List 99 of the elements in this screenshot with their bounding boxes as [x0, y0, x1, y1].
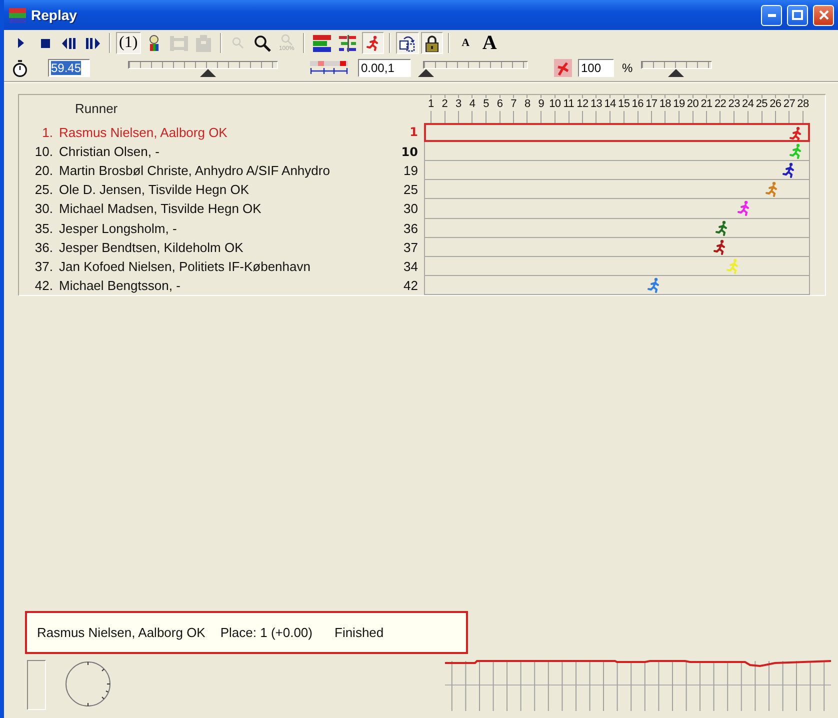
- position-cell-text: 36: [402, 220, 419, 236]
- speed-runner-icon: [554, 59, 572, 77]
- bar-stack-icon: [312, 34, 331, 52]
- zoom-icon: [232, 37, 244, 49]
- runner-name[interactable]: Jesper Longsholm, -: [53, 220, 384, 236]
- runner-button[interactable]: [362, 32, 384, 54]
- runner-name[interactable]: Jesper Bendtsen, Kildeholm OK: [53, 240, 384, 255]
- stop-icon: [40, 38, 50, 48]
- puzzle-icon: [196, 34, 212, 52]
- window-refresh-icon: [398, 34, 416, 52]
- slider-thumb[interactable]: [418, 69, 434, 77]
- control-label: 18: [659, 98, 671, 111]
- interval-icon: [310, 61, 348, 75]
- control-label: 5: [483, 98, 489, 111]
- maximize-icon: [792, 10, 803, 20]
- value-field[interactable]: 100: [578, 59, 614, 77]
- window-title: Replay: [31, 7, 78, 23]
- control-label: 3: [456, 98, 462, 111]
- control-label: 10: [549, 98, 561, 111]
- medal-icon: [148, 34, 160, 52]
- control-label: 16: [632, 98, 644, 111]
- rank-cell-text: 30.: [34, 201, 53, 216]
- font-larger-button[interactable]: A: [478, 32, 501, 54]
- control-label: 11: [563, 98, 574, 111]
- control-label: 24: [742, 98, 754, 111]
- close-button[interactable]: [813, 4, 834, 26]
- runner-name[interactable]: Michael Madsen, Tisvilde Hegn OK: [53, 201, 384, 216]
- maximize-button[interactable]: [787, 4, 808, 26]
- runner-status: Rasmus Nielsen, Aalborg OK: [37, 625, 206, 640]
- control-label: 21: [700, 98, 712, 111]
- control-label: 14: [604, 98, 616, 111]
- place-status: Place: 1 (+0.00): [220, 625, 312, 640]
- control-label: 17: [646, 98, 658, 111]
- rank-cell-text: 36.: [34, 240, 53, 255]
- control-label: 19: [673, 98, 685, 111]
- control-label: 7: [510, 98, 516, 111]
- close-icon: [818, 10, 828, 20]
- rank-cell-text: 20.: [34, 163, 53, 178]
- runner-name[interactable]: Rasmus Nielsen, Aalborg OK: [53, 124, 384, 140]
- rank-cell-text: 35.: [34, 220, 53, 236]
- control-label: 2: [442, 98, 448, 111]
- control-label: 4: [469, 98, 476, 111]
- empty-panel: [27, 660, 46, 710]
- position-cell-text: 19: [402, 163, 419, 178]
- runner-icon: [366, 35, 380, 51]
- play-icon: [17, 38, 25, 48]
- control-label: 9: [538, 98, 544, 111]
- split-bars-icon: [338, 34, 357, 52]
- position-cell-text: 34: [402, 258, 419, 274]
- player-one-button[interactable]: (1): [116, 32, 141, 54]
- rank-cell-text: 42.: [34, 278, 53, 293]
- runner-name[interactable]: Jan Kofoed Nielsen, Politiets IF-København: [53, 258, 384, 274]
- column-header: Runner: [74, 101, 118, 116]
- control-label: 23: [728, 98, 740, 111]
- control-label: 22: [714, 98, 726, 111]
- rank-cell-text: 37.: [34, 258, 53, 274]
- step-back-icon: [62, 38, 76, 48]
- position-cell-text: 37: [402, 240, 419, 255]
- window-refresh-button[interactable]: [396, 32, 419, 54]
- control-label: 8: [524, 98, 530, 111]
- stopwatch-icon: [12, 60, 28, 76]
- unit-label: %: [622, 61, 633, 75]
- position-cell-text: 1: [408, 125, 419, 140]
- minimize-button[interactable]: [761, 4, 782, 26]
- control-label: 20: [686, 98, 699, 111]
- finish-status: Finished: [334, 625, 384, 640]
- lock-icon: [424, 34, 439, 52]
- position-cell-text: 42: [402, 278, 419, 293]
- control-label: 12: [576, 98, 588, 111]
- film-frame-icon: [170, 36, 188, 50]
- slider-track: [640, 61, 712, 69]
- rank-cell-text: 25.: [34, 182, 53, 198]
- control-label: 25: [756, 98, 768, 111]
- control-label: 1: [428, 98, 434, 111]
- value-field[interactable]: 59.45: [48, 59, 90, 77]
- app-icon: [9, 8, 26, 22]
- runner-name[interactable]: Michael Bengtsson, -: [53, 278, 384, 293]
- zoom-icon: [280, 34, 293, 46]
- minimize-icon: [768, 14, 776, 16]
- runner-name[interactable]: Ole D. Jensen, Tisvilde Hegn OK: [53, 182, 384, 198]
- search-icon: [254, 34, 271, 52]
- lock-button[interactable]: [420, 32, 443, 54]
- position-cell-text: 30: [402, 201, 419, 216]
- rank-cell-text: 10.: [34, 144, 53, 160]
- clock-dial-icon: [64, 660, 112, 708]
- control-label: 13: [590, 98, 602, 111]
- control-label: 6: [496, 98, 503, 111]
- runner-name[interactable]: Martin Brosbøl Christe, Anhydro A/SIF Anhydro: [53, 163, 384, 178]
- runner-name[interactable]: Christian Olsen, -: [53, 144, 384, 160]
- value-field[interactable]: 0.00,1: [358, 59, 411, 77]
- position-cell-text: 25: [402, 182, 419, 198]
- control-label: 26: [770, 98, 782, 111]
- step-forward-icon: [86, 38, 100, 48]
- control-label: 27: [783, 98, 796, 111]
- position-cell-text: 10: [400, 144, 419, 159]
- font-smaller-button[interactable]: A: [454, 32, 477, 54]
- rank-cell-text: 1.: [41, 124, 53, 140]
- control-label: 15: [618, 98, 630, 111]
- control-label: 28: [797, 98, 809, 111]
